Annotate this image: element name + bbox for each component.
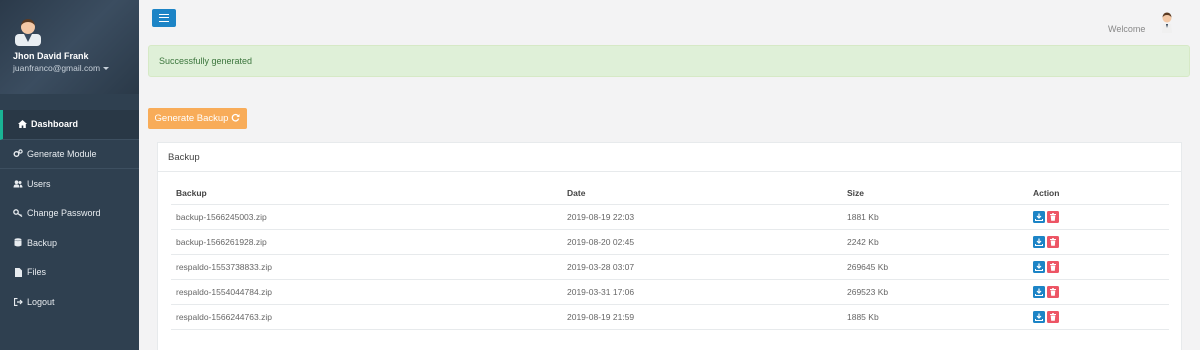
table-row: respaldo-1566244763.zip 2019-08-19 21:59… xyxy=(171,304,1169,330)
backup-date: 2019-08-20 02:45 xyxy=(562,229,842,255)
user-email: juanfranco@gmail.com xyxy=(13,63,101,73)
table-row: respaldo-1554044784.zip 2019-03-31 17:06… xyxy=(171,279,1169,305)
menu-toggle-button[interactable] xyxy=(152,9,176,27)
download-icon xyxy=(1035,263,1043,271)
backup-panel: Backup Backup Date Size Action backup-15… xyxy=(157,142,1182,350)
sidebar-item-files[interactable]: Files xyxy=(0,258,139,288)
generate-backup-label: Generate Backup xyxy=(154,113,229,124)
table-row: backup-1566261928.zip 2019-08-20 02:45 2… xyxy=(171,229,1169,255)
download-button[interactable] xyxy=(1033,285,1045,298)
profile-header: Jhon David Frank juanfranco@gmail.com xyxy=(0,0,139,94)
sidebar-item-logout[interactable]: Logout xyxy=(0,287,139,317)
hamburger-icon xyxy=(159,14,169,22)
download-button[interactable] xyxy=(1033,310,1045,323)
sidebar-item-change-password[interactable]: Change Password xyxy=(0,199,139,229)
row-actions xyxy=(1028,204,1169,230)
alert-message: Successfully generated xyxy=(159,56,253,66)
row-actions xyxy=(1028,254,1169,280)
user-avatar[interactable] xyxy=(15,16,41,46)
backup-size: 1881 Kb xyxy=(842,204,1028,230)
backup-date: 2019-08-19 21:59 xyxy=(562,304,842,330)
backup-size: 269523 Kb xyxy=(842,279,1028,305)
sidebar-item-dashboard[interactable]: Dashboard xyxy=(0,110,139,140)
sidebar-item-users[interactable]: Users xyxy=(0,169,139,199)
key-icon xyxy=(13,208,23,218)
refresh-icon xyxy=(231,113,240,124)
trash-icon xyxy=(1050,312,1056,321)
sidebar: Jhon David Frank juanfranco@gmail.com Da… xyxy=(0,0,139,350)
delete-button[interactable] xyxy=(1047,235,1059,248)
row-actions xyxy=(1028,304,1169,330)
delete-button[interactable] xyxy=(1047,285,1059,298)
table-row: backup-1566245003.zip 2019-08-19 22:03 1… xyxy=(171,204,1169,230)
backup-filename: respaldo-1554044784.zip xyxy=(171,279,562,305)
sidebar-item-label: Logout xyxy=(27,296,55,307)
database-icon xyxy=(13,238,23,248)
welcome-text: Welcome xyxy=(1108,24,1146,34)
sidebar-item-label: Change Password xyxy=(27,208,101,219)
delete-button[interactable] xyxy=(1047,210,1059,223)
table-header-row: Backup Date Size Action xyxy=(171,183,1169,205)
user-email-dropdown[interactable]: juanfranco@gmail.com xyxy=(13,63,110,73)
delete-button[interactable] xyxy=(1047,260,1059,273)
download-icon xyxy=(1035,313,1043,321)
success-alert: Successfully generated xyxy=(148,45,1190,77)
column-header-backup: Backup xyxy=(171,183,562,205)
row-actions xyxy=(1028,279,1169,305)
delete-button[interactable] xyxy=(1047,310,1059,323)
users-icon xyxy=(13,179,23,189)
column-header-date: Date xyxy=(562,183,842,205)
backup-table: Backup Date Size Action backup-156624500… xyxy=(171,183,1169,330)
download-icon xyxy=(1035,238,1043,246)
download-icon xyxy=(1035,288,1043,296)
column-header-size: Size xyxy=(842,183,1028,205)
sidebar-item-label: Backup xyxy=(27,237,58,248)
download-button[interactable] xyxy=(1033,260,1045,273)
backup-date: 2019-03-28 03:07 xyxy=(562,254,842,280)
backup-size: 2242 Kb xyxy=(842,229,1028,255)
sidebar-item-label: Dashboard xyxy=(31,119,79,130)
caret-down-icon xyxy=(103,67,110,71)
home-icon xyxy=(17,119,27,129)
column-header-action: Action xyxy=(1028,183,1169,205)
trash-icon xyxy=(1050,287,1056,296)
table-row: respaldo-1553738833.zip 2019-03-28 03:07… xyxy=(171,254,1169,280)
user-avatar-top[interactable] xyxy=(1160,11,1174,33)
sidebar-menu: Dashboard Generate Module Users Change P… xyxy=(0,110,139,317)
sign-out-icon xyxy=(13,297,23,307)
cogs-icon xyxy=(13,149,23,159)
file-icon xyxy=(13,267,23,277)
panel-title: Backup xyxy=(158,143,1181,172)
backup-filename: respaldo-1553738833.zip xyxy=(171,254,562,280)
download-button[interactable] xyxy=(1033,210,1045,223)
backup-date: 2019-03-31 17:06 xyxy=(562,279,842,305)
sidebar-item-label: Files xyxy=(27,267,47,278)
generate-backup-button[interactable]: Generate Backup xyxy=(148,108,247,129)
backup-size: 269645 Kb xyxy=(842,254,1028,280)
trash-icon xyxy=(1050,262,1056,271)
sidebar-item-label: Users xyxy=(27,178,51,189)
sidebar-item-backup[interactable]: Backup xyxy=(0,228,139,258)
backup-filename: backup-1566261928.zip xyxy=(171,229,562,255)
backup-date: 2019-08-19 22:03 xyxy=(562,204,842,230)
backup-filename: respaldo-1566244763.zip xyxy=(171,304,562,330)
sidebar-item-generate-module[interactable]: Generate Module xyxy=(0,140,139,169)
trash-icon xyxy=(1050,237,1056,246)
download-icon xyxy=(1035,213,1043,221)
sidebar-item-label: Generate Module xyxy=(27,148,97,159)
download-button[interactable] xyxy=(1033,235,1045,248)
backup-filename: backup-1566245003.zip xyxy=(171,204,562,230)
backup-size: 1885 Kb xyxy=(842,304,1028,330)
user-name: Jhon David Frank xyxy=(13,51,89,61)
trash-icon xyxy=(1050,212,1056,221)
row-actions xyxy=(1028,229,1169,255)
